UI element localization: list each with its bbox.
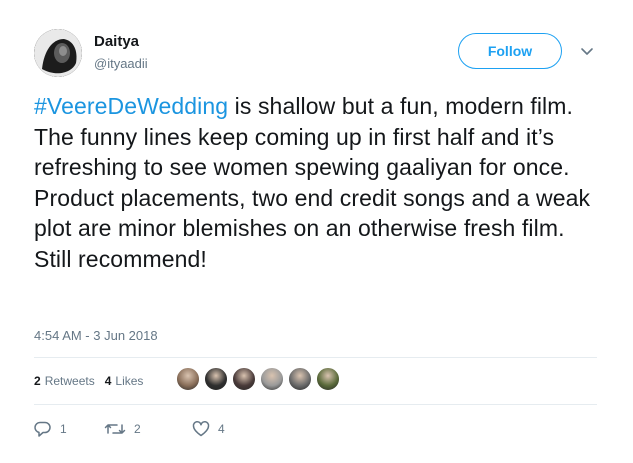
- user-name[interactable]: Daitya: [94, 33, 139, 50]
- divider-top: [34, 357, 597, 358]
- retweets-label: Retweets: [44, 374, 95, 388]
- tweet-actions: 1 2 4: [34, 420, 225, 438]
- retweet-count: 2: [134, 422, 141, 436]
- liker-avatar[interactable]: [288, 367, 312, 391]
- reply-button[interactable]: 1: [34, 420, 104, 438]
- heart-icon: [192, 421, 210, 437]
- follow-button[interactable]: Follow: [458, 33, 562, 69]
- tweet-stats: 2 Retweets 4 Likes: [34, 374, 153, 388]
- retweets-stat[interactable]: 2 Retweets: [34, 374, 95, 388]
- tweet-text: #VeereDeWedding is shallow but a fun, mo…: [34, 91, 604, 275]
- reply-icon: [34, 421, 51, 437]
- hashtag-link[interactable]: #VeereDeWedding: [34, 93, 228, 119]
- likes-count: 4: [104, 374, 112, 388]
- divider-bottom: [34, 404, 597, 405]
- caret-down-icon[interactable]: [580, 44, 594, 58]
- liker-avatar[interactable]: [260, 367, 284, 391]
- user-handle[interactable]: @ityaadii: [94, 56, 148, 71]
- likers-avatars: [176, 367, 344, 391]
- liker-avatar[interactable]: [316, 367, 340, 391]
- timestamp[interactable]: 4:54 AM - 3 Jun 2018: [34, 328, 158, 343]
- like-button[interactable]: 4: [192, 420, 225, 438]
- like-count: 4: [218, 422, 225, 436]
- reply-count: 1: [60, 422, 67, 436]
- likes-stat[interactable]: 4 Likes: [105, 374, 144, 388]
- likes-label: Likes: [115, 374, 144, 388]
- liker-avatar[interactable]: [176, 367, 200, 391]
- avatar[interactable]: [34, 29, 82, 77]
- tweet-body: is shallow but a fun, modern film. The f…: [34, 93, 591, 272]
- retweets-count: 2: [34, 374, 41, 388]
- liker-avatar[interactable]: [204, 367, 228, 391]
- liker-avatar[interactable]: [232, 367, 256, 391]
- retweet-button[interactable]: 2: [104, 420, 192, 438]
- retweet-icon: [104, 424, 126, 434]
